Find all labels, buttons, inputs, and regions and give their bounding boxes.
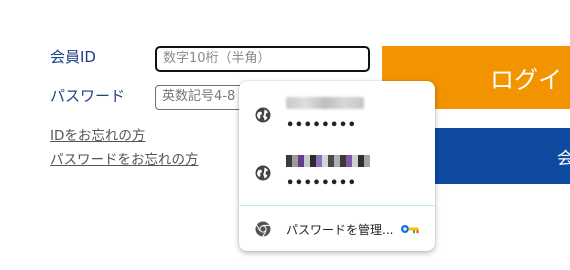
forgot-password-link[interactable]: パスワードをお忘れの方	[50, 148, 199, 168]
saved-username-blurred	[286, 97, 364, 109]
member-id-label: 会員ID	[50, 48, 96, 66]
password-mask: ••••••••	[286, 118, 357, 133]
forgot-id-link[interactable]: IDをお忘れの方	[50, 124, 145, 144]
manage-passwords-item[interactable]: パスワードを管理...	[239, 213, 435, 245]
register-button-label: 会	[557, 148, 570, 169]
password-mask: ••••••••	[286, 176, 357, 191]
popup-divider	[239, 205, 435, 206]
login-button-label: ログイ	[490, 66, 562, 94]
manage-passwords-label: パスワードを管理...	[286, 223, 394, 237]
chrome-icon	[255, 221, 271, 237]
password-autofill-popup: •••••••• •••••••• パスワードを管理...	[239, 81, 435, 251]
globe-icon	[255, 107, 271, 123]
globe-icon	[255, 165, 271, 181]
key-icon	[401, 225, 419, 234]
member-id-input[interactable]: 数字10桁（半角）	[155, 46, 370, 72]
saved-username-blurred	[286, 155, 370, 167]
saved-credential-item[interactable]: ••••••••	[239, 87, 435, 145]
saved-credential-item[interactable]: ••••••••	[239, 145, 435, 203]
password-label: パスワード	[50, 87, 126, 105]
